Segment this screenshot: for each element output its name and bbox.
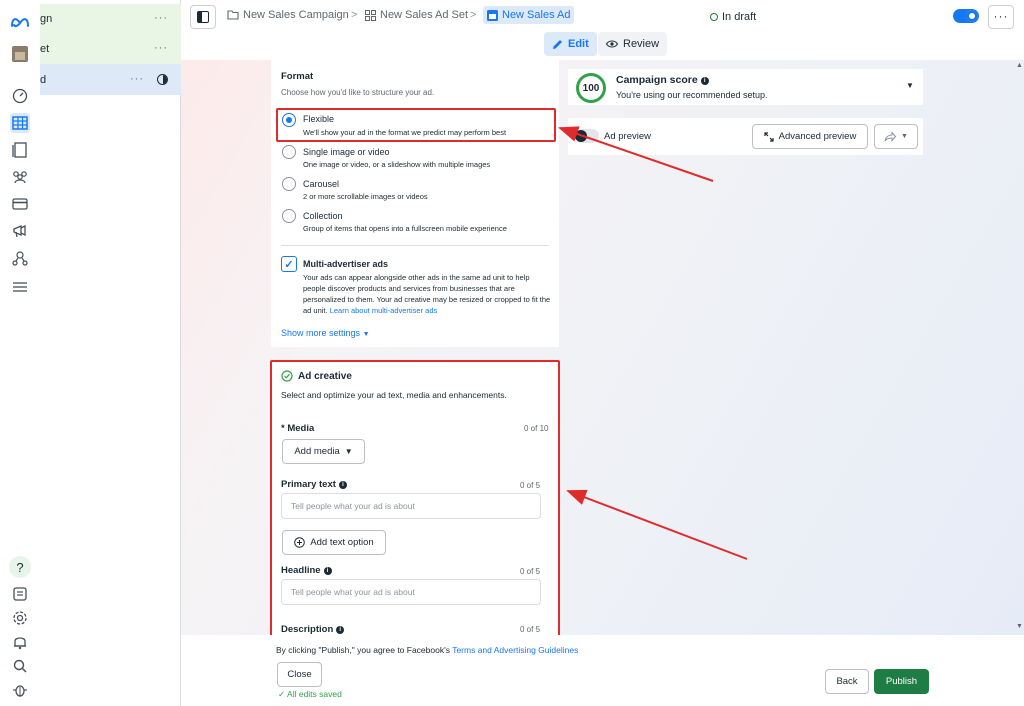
checkmark-icon: ✓	[278, 689, 286, 699]
publish-terms: By clicking "Publish," you agree to Face…	[276, 645, 578, 655]
terms-link[interactable]: Terms and Advertising Guidelines	[452, 645, 578, 655]
close-button[interactable]: Close	[277, 662, 322, 687]
publish-terms-text: By clicking "Publish," you agree to Face…	[276, 645, 450, 655]
save-status: ✓ All edits saved	[278, 689, 342, 700]
publish-button[interactable]: Publish	[874, 669, 929, 694]
back-button[interactable]: Back	[825, 669, 869, 694]
save-status-label: All edits saved	[287, 689, 342, 699]
annotation-arrows	[558, 126, 748, 560]
